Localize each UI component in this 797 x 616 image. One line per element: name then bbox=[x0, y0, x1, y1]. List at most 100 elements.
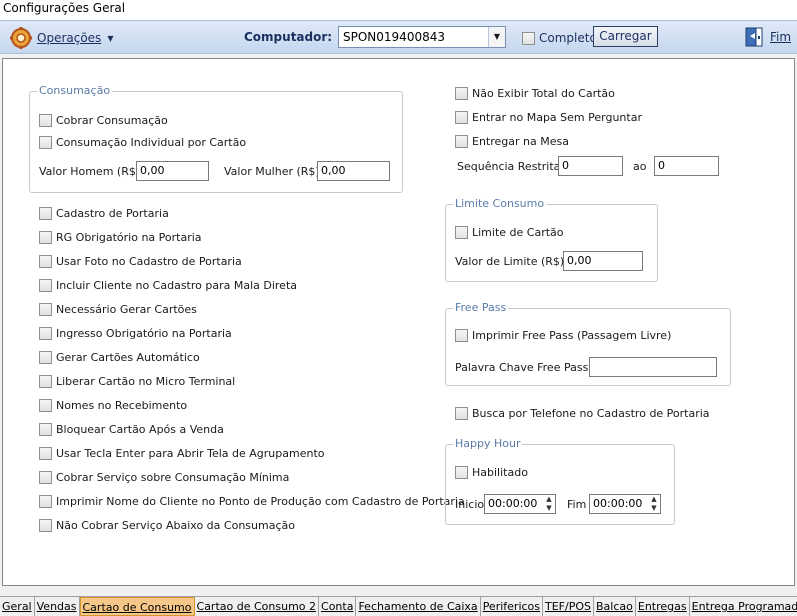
checkbox-box[interactable] bbox=[39, 375, 52, 388]
entregar-mesa-checkbox[interactable]: Entregar na Mesa bbox=[455, 135, 569, 148]
entrar-mapa-checkbox[interactable]: Entrar no Mapa Sem Perguntar bbox=[455, 111, 642, 124]
spin-arrows-icon[interactable]: ▲ ▼ bbox=[648, 495, 660, 513]
entrar-mapa-label: Entrar no Mapa Sem Perguntar bbox=[472, 111, 642, 124]
option-label: Usar Foto no Cadastro de Portaria bbox=[56, 255, 242, 268]
fim-time-spinner[interactable]: 00:00:00 ▲ ▼ bbox=[589, 494, 661, 514]
option-checkbox[interactable]: Cadastro de Portaria bbox=[39, 207, 169, 220]
palavra-chave-input[interactable] bbox=[589, 357, 717, 377]
load-button[interactable]: Carregar bbox=[593, 26, 658, 47]
tab-item[interactable]: Balcao bbox=[594, 597, 636, 616]
option-label: Imprimir Nome do Cliente no Ponto de Pro… bbox=[56, 495, 465, 508]
complete-checkbox[interactable]: Completo bbox=[522, 31, 597, 45]
option-checkbox[interactable]: RG Obrigatório na Portaria bbox=[39, 231, 202, 244]
exit-door-icon bbox=[745, 27, 763, 47]
option-checkbox[interactable]: Incluir Cliente no Cadastro para Mala Di… bbox=[39, 279, 297, 292]
freepass-group: Free Pass Imprimir Free Pass (Passagem L… bbox=[445, 301, 731, 386]
consumo-individual-checkbox[interactable]: Consumação Individual por Cartão bbox=[39, 136, 246, 149]
checkbox-box[interactable] bbox=[39, 495, 52, 508]
tab-item[interactable]: Cartao de Consumo 2 bbox=[195, 597, 320, 616]
tab-item[interactable]: Geral bbox=[0, 597, 35, 616]
checkbox-box[interactable] bbox=[39, 519, 52, 532]
exit-button[interactable]: Fim bbox=[744, 26, 791, 48]
checkbox-box[interactable] bbox=[39, 327, 52, 340]
consumo-group: Consumação Cobrar Consumação Consumação … bbox=[29, 84, 403, 193]
checkbox-box[interactable] bbox=[455, 407, 468, 420]
checkbox-box[interactable] bbox=[455, 466, 468, 479]
option-checkbox[interactable]: Usar Tecla Enter para Abrir Tela de Agru… bbox=[39, 447, 325, 460]
spin-arrows-icon[interactable]: ▲ ▼ bbox=[543, 495, 555, 513]
tab-item[interactable]: Entregas bbox=[636, 597, 690, 616]
option-label: Cobrar Serviço sobre Consumação Mínima bbox=[56, 471, 290, 484]
cobrar-consumo-label: Cobrar Consumação bbox=[56, 114, 168, 127]
limite-cartao-label: Limite de Cartão bbox=[472, 226, 564, 239]
checkbox-box[interactable] bbox=[455, 111, 468, 124]
tab-item[interactable]: Fechamento de Caixa bbox=[356, 597, 481, 616]
option-checkbox[interactable]: Imprimir Nome do Cliente no Ponto de Pro… bbox=[39, 495, 465, 508]
checkbox-box[interactable] bbox=[39, 471, 52, 484]
checkbox-box[interactable] bbox=[455, 329, 468, 342]
inicio-time-spinner[interactable]: 00:00:00 ▲ ▼ bbox=[484, 494, 556, 514]
sequencia-from-input[interactable]: 0 bbox=[558, 156, 623, 176]
checkbox-box[interactable] bbox=[455, 135, 468, 148]
checkbox-box[interactable] bbox=[39, 303, 52, 316]
tab-item[interactable]: TEF/POS bbox=[543, 597, 594, 616]
tab-item[interactable]: Entrega Programada bbox=[690, 597, 797, 616]
valor-homem-input[interactable]: 0,00 bbox=[136, 161, 209, 181]
consumo-individual-label: Consumação Individual por Cartão bbox=[56, 136, 247, 149]
limite-cartao-checkbox[interactable]: Limite de Cartão bbox=[455, 226, 564, 239]
checkbox-box[interactable] bbox=[39, 279, 52, 292]
checkbox-box[interactable] bbox=[39, 351, 52, 364]
window-title: Configurações Geral bbox=[0, 0, 797, 20]
checkbox-box[interactable] bbox=[39, 114, 52, 127]
complete-label: Completo bbox=[539, 31, 597, 45]
option-label: Necessário Gerar Cartões bbox=[56, 303, 197, 316]
chevron-down-icon[interactable]: ▼ bbox=[488, 27, 505, 47]
option-checkbox[interactable]: Necessário Gerar Cartões bbox=[39, 303, 197, 316]
option-label: Não Cobrar Serviço Abaixo da Consumação bbox=[56, 519, 295, 532]
option-checkbox[interactable]: Ingresso Obrigatório na Portaria bbox=[39, 327, 232, 340]
operations-menu[interactable]: Operações ▼ bbox=[10, 27, 113, 49]
option-checkbox[interactable]: Gerar Cartões Automático bbox=[39, 351, 200, 364]
checkbox-box[interactable] bbox=[39, 423, 52, 436]
option-checkbox[interactable]: Não Cobrar Serviço Abaixo da Consumação bbox=[39, 519, 295, 532]
cobrar-consumo-checkbox[interactable]: Cobrar Consumação bbox=[39, 114, 168, 127]
nao-exibir-total-checkbox[interactable]: Não Exibir Total do Cartão bbox=[455, 87, 615, 100]
option-checkbox[interactable]: Usar Foto no Cadastro de Portaria bbox=[39, 255, 242, 268]
inicio-label: Inicio bbox=[455, 498, 485, 511]
checkbox-box[interactable] bbox=[455, 87, 468, 100]
checkbox-box[interactable] bbox=[522, 31, 535, 45]
checkbox-box[interactable] bbox=[39, 447, 52, 460]
checkbox-box[interactable] bbox=[39, 231, 52, 244]
checkbox-box[interactable] bbox=[39, 136, 52, 149]
busca-telefone-label: Busca por Telefone no Cadastro de Portar… bbox=[472, 407, 710, 420]
checkbox-box[interactable] bbox=[39, 255, 52, 268]
option-label: Liberar Cartão no Micro Terminal bbox=[56, 375, 236, 388]
valor-mulher-input[interactable]: 0,00 bbox=[317, 161, 390, 181]
option-checkbox[interactable]: Bloquear Cartão Após a Venda bbox=[39, 423, 224, 436]
option-label: Incluir Cliente no Cadastro para Mala Di… bbox=[56, 279, 298, 292]
computer-label: Computador: bbox=[244, 30, 333, 44]
tab-item[interactable]: Vendas bbox=[35, 597, 80, 616]
busca-telefone-checkbox[interactable]: Busca por Telefone no Cadastro de Portar… bbox=[455, 407, 710, 420]
fim-label: Fim bbox=[567, 498, 587, 511]
computer-combobox[interactable]: SPON019400843 ▼ bbox=[338, 26, 506, 48]
option-checkbox[interactable]: Cobrar Serviço sobre Consumação Mínima bbox=[39, 471, 289, 484]
imprimir-freepass-label: Imprimir Free Pass (Passagem Livre) bbox=[472, 329, 672, 342]
tab-item[interactable]: Cartao de Consumo bbox=[79, 597, 195, 616]
valor-limite-input[interactable]: 0,00 bbox=[563, 251, 643, 271]
tab-item[interactable]: Conta bbox=[319, 597, 357, 616]
exit-label: Fim bbox=[770, 30, 792, 44]
tab-item[interactable]: Perifericos bbox=[481, 597, 544, 616]
option-checkbox[interactable]: Liberar Cartão no Micro Terminal bbox=[39, 375, 235, 388]
imprimir-freepass-checkbox[interactable]: Imprimir Free Pass (Passagem Livre) bbox=[455, 329, 671, 342]
option-label: Nomes no Recebimento bbox=[56, 399, 188, 412]
option-checkbox[interactable]: Nomes no Recebimento bbox=[39, 399, 187, 412]
inicio-time-value: 00:00:00 bbox=[488, 497, 538, 510]
checkbox-box[interactable] bbox=[39, 399, 52, 412]
checkbox-box[interactable] bbox=[39, 207, 52, 220]
sequencia-to-input[interactable]: 0 bbox=[654, 156, 719, 176]
chevron-down-icon: ▼ bbox=[107, 33, 114, 43]
habilitado-checkbox[interactable]: Habilitado bbox=[455, 466, 528, 479]
consumo-group-title: Consumação bbox=[37, 84, 113, 97]
checkbox-box[interactable] bbox=[455, 226, 468, 239]
